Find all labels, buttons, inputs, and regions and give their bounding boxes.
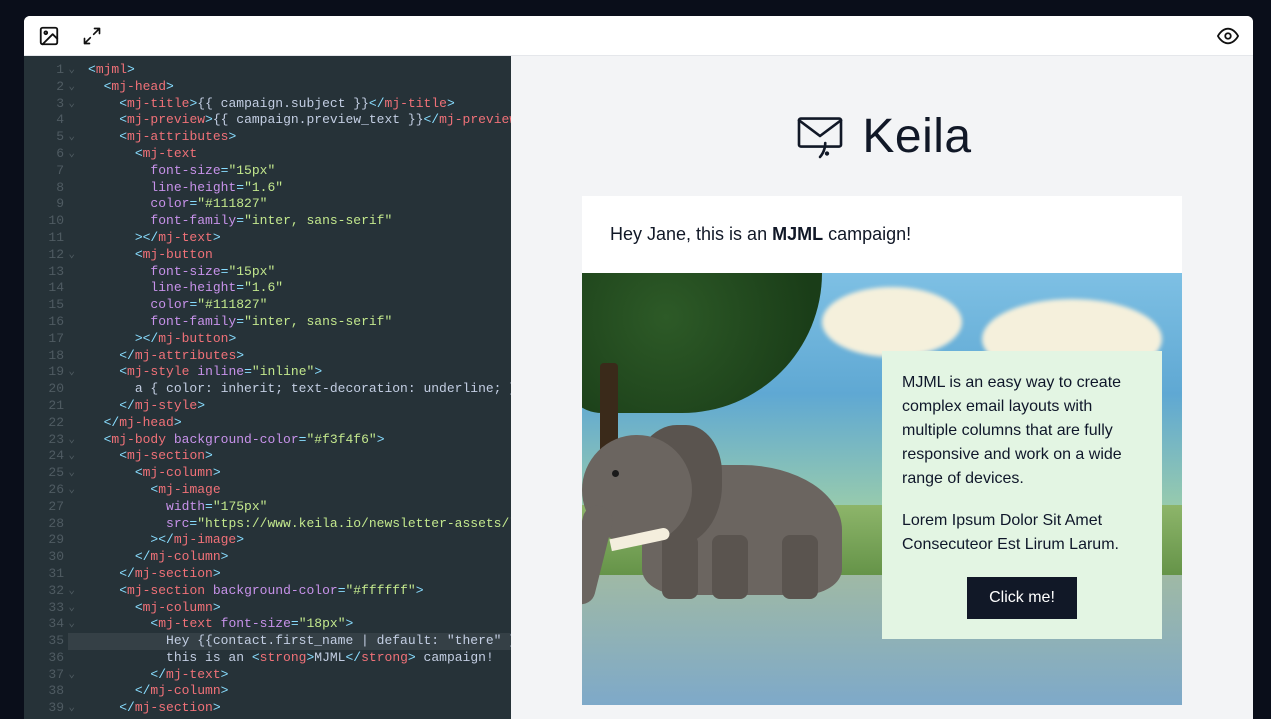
image-icon [38,25,60,47]
logo-row: Keila [582,80,1182,196]
greeting-card: Hey Jane, this is an MJML campaign! [582,196,1182,273]
line-number-gutter: 1234567891011121314151617181920212223242… [24,56,68,719]
callout-paragraph-1: MJML is an easy way to create complex em… [902,371,1142,491]
brand-logo-icon [792,108,848,164]
brand-name: Keila [862,109,971,164]
code-area[interactable]: <mjml> <mj-head> <mj-title>{{ campaign.s… [68,56,511,719]
toolbar [24,16,1253,56]
callout-box: MJML is an easy way to create complex em… [882,351,1162,639]
greeting-text: Hey Jane, this is an MJML campaign! [610,224,1154,245]
cta-button[interactable]: Click me! [967,577,1077,619]
preview-toggle-button[interactable] [1213,21,1243,51]
callout-paragraph-2: Lorem Ipsum Dolor Sit Amet Consecuteor E… [902,509,1142,557]
editor-panel: 1234567891011121314151617181920212223242… [24,16,1253,719]
email-preview: Keila Hey Jane, this is an MJML campaign… [511,56,1253,719]
code-editor[interactable]: 1234567891011121314151617181920212223242… [24,56,511,719]
expand-button[interactable] [78,22,106,50]
hero-section: MJML is an easy way to create complex em… [582,273,1182,705]
image-button[interactable] [34,21,64,51]
eye-icon [1217,25,1239,47]
expand-icon [82,26,102,46]
